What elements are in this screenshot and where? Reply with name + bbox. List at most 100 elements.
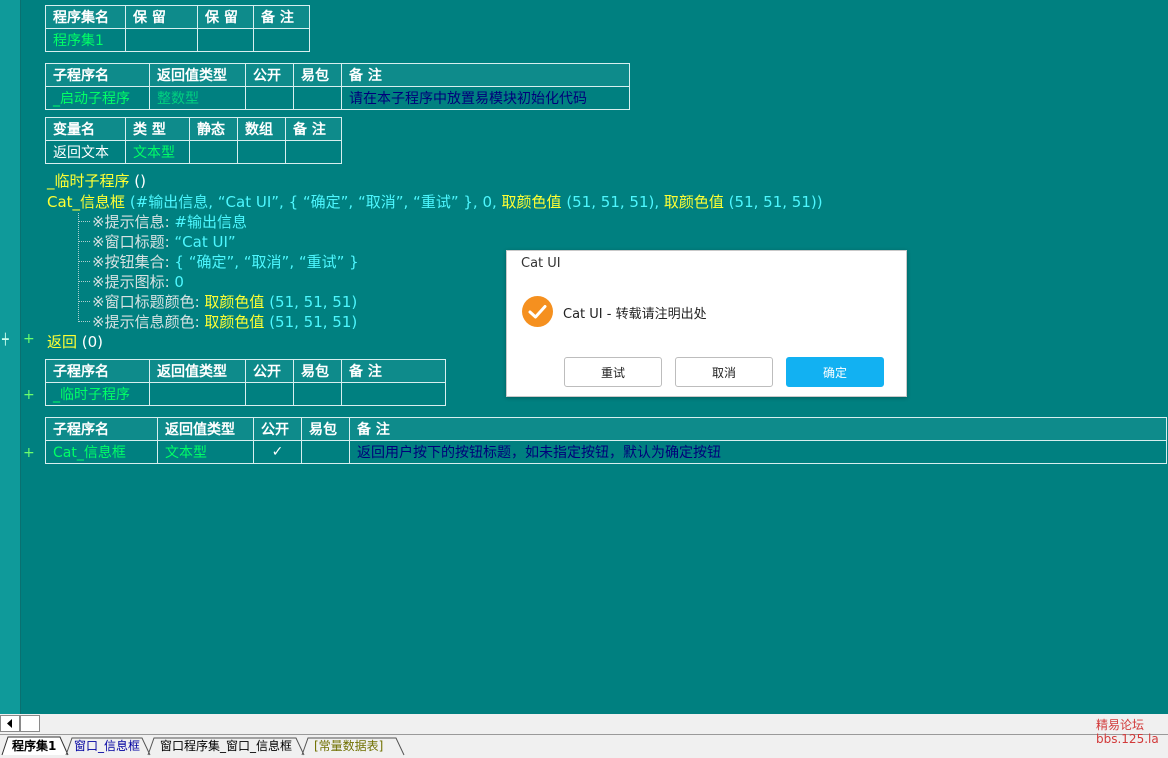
ok-button[interactable]: 确定 <box>786 357 884 387</box>
table-cell[interactable] <box>245 382 294 406</box>
param-label: ※窗口标题: <box>92 233 175 251</box>
expand-plus-icon[interactable]: + <box>23 445 35 461</box>
tab-constants[interactable]: [常量数据表] <box>314 737 383 755</box>
public-check-icon[interactable]: ✓ <box>253 440 302 464</box>
table-cell[interactable] <box>293 86 342 110</box>
code-line-return[interactable]: 返回 (0) <box>47 331 103 352</box>
tree-tick <box>78 261 90 262</box>
param-label: ※提示信息: <box>92 213 175 231</box>
param-value: (51, 51, 51) <box>264 313 358 331</box>
remark-cell[interactable]: 请在本子程序中放置易模块初始化代码 <box>341 86 630 110</box>
table-header: 备 注 <box>285 117 342 141</box>
watermark-title: 精易论坛 <box>1096 718 1145 732</box>
dialog-message: Cat UI - 转载请注明出处 <box>563 307 707 322</box>
table-cell[interactable] <box>125 28 198 52</box>
tab-window-assembly[interactable]: 窗口程序集_窗口_信息框 <box>160 737 292 755</box>
assembly-name-cell[interactable]: 程序集1 <box>45 28 126 52</box>
table-header: 保 留 <box>125 5 198 29</box>
table-cell[interactable] <box>245 86 294 110</box>
sub-name-cell[interactable]: _启动子程序 <box>45 86 150 110</box>
tree-tick <box>78 281 90 282</box>
table-header: 子程序名 <box>45 63 150 87</box>
table-header: 程序集名 <box>45 5 126 29</box>
table-header: 返回值类型 <box>157 417 254 441</box>
table-cell[interactable] <box>285 140 342 164</box>
param-value: (51, 51, 51) <box>264 293 358 311</box>
table-header: 子程序名 <box>45 359 150 383</box>
code-line-call-temp[interactable]: _临时子程序 () <box>47 170 146 191</box>
remark-cell[interactable]: 返回用户按下的按钮标题，如未指定按钮，默认为确定按钮 <box>349 440 1167 464</box>
tab-window-msgbox[interactable]: 窗口_信息框 <box>74 737 140 755</box>
return-value: (0) <box>77 333 104 351</box>
param-label: ※提示图标: <box>92 273 175 291</box>
color-fn: 取颜色值 <box>663 193 724 211</box>
param-value: “Cat UI” <box>174 233 236 251</box>
param-line[interactable]: ※窗口标题颜色: 取颜色值 (51, 51, 51) <box>92 291 357 312</box>
param-line[interactable]: ※窗口标题: “Cat UI” <box>92 231 236 252</box>
sub-call: _临时子程序 <box>47 172 130 190</box>
table-cell[interactable] <box>293 382 342 406</box>
table-header: 易包 <box>301 417 350 441</box>
expand-plus-icon[interactable]: + <box>23 387 35 403</box>
param-line[interactable]: ※提示信息颜色: 取颜色值 (51, 51, 51) <box>92 311 357 332</box>
table-cell[interactable] <box>197 28 254 52</box>
table-cell[interactable] <box>253 28 310 52</box>
table-header: 变量名 <box>45 117 126 141</box>
param-label: ※窗口标题颜色: <box>92 293 205 311</box>
assembly-table: 程序集名 保 留 保 留 备 注 程序集1 <box>45 5 310 52</box>
color-fn: 取颜色值 <box>204 313 265 331</box>
param-line[interactable]: ※提示图标: 0 <box>92 271 184 292</box>
table-cell[interactable] <box>189 140 238 164</box>
args-part-b: (51, 51, 51), <box>561 193 664 211</box>
table-header: 易包 <box>293 63 342 87</box>
table-header: 备 注 <box>349 417 1167 441</box>
flow-connector-icon: ┿ <box>2 333 9 346</box>
editor-gutter <box>0 0 21 714</box>
param-line[interactable]: ※提示信息: #输出信息 <box>92 211 247 232</box>
table-header: 备 注 <box>341 63 630 87</box>
horizontal-scrollbar[interactable] <box>0 714 1168 734</box>
table-header: 返回值类型 <box>149 359 246 383</box>
retry-button[interactable]: 重试 <box>564 357 662 387</box>
param-value: { “确定”, “取消”, “重试” } <box>174 253 359 271</box>
forum-watermark: 精易论坛 bbs.125.la <box>1096 718 1159 746</box>
scroll-left-icon[interactable] <box>0 715 20 732</box>
tree-tick <box>78 241 90 242</box>
table-cell[interactable] <box>237 140 286 164</box>
param-label: ※按钮集合: <box>92 253 175 271</box>
table-cell[interactable] <box>341 382 446 406</box>
expand-plus-icon[interactable]: + <box>23 331 35 347</box>
cancel-button[interactable]: 取消 <box>675 357 773 387</box>
tree-tick <box>78 321 90 322</box>
table-header: 类 型 <box>125 117 190 141</box>
cat-ui-dialog: Cat UI Cat UI - 转载请注明出处 重试 取消 确定 <box>506 250 907 397</box>
var-type-cell[interactable]: 文本型 <box>125 140 190 164</box>
param-value: #输出信息 <box>174 213 247 231</box>
return-type-cell[interactable]: 文本型 <box>157 440 254 464</box>
param-value: 0 <box>174 273 184 291</box>
scroll-right-icon[interactable] <box>20 715 40 732</box>
table-cell[interactable] <box>149 382 246 406</box>
startup-sub-table: 子程序名 返回值类型 公开 易包 备 注 _启动子程序 整数型 请在本子程序中放… <box>45 63 630 110</box>
module-tab-bar: 程序集1 窗口_信息框 窗口程序集_窗口_信息框 [常量数据表] <box>0 734 1168 758</box>
var-name-cell[interactable]: 返回文本 <box>45 140 126 164</box>
table-header: 子程序名 <box>45 417 158 441</box>
return-type-cell[interactable]: 整数型 <box>149 86 246 110</box>
table-header: 返回值类型 <box>149 63 246 87</box>
sub-name-cell[interactable]: Cat_信息框 <box>45 440 158 464</box>
tab-assembly[interactable]: 程序集1 <box>12 737 56 755</box>
table-header: 保 留 <box>197 5 254 29</box>
tree-tick <box>78 221 90 222</box>
code-line-cat-msgbox[interactable]: Cat_信息框 (#输出信息, “Cat UI”, { “确定”, “取消”, … <box>47 191 823 212</box>
call-parens: () <box>129 172 146 190</box>
param-line[interactable]: ※按钮集合: { “确定”, “取消”, “重试” } <box>92 251 359 272</box>
fn-name: Cat_信息框 <box>47 193 126 211</box>
table-cell[interactable] <box>301 440 350 464</box>
return-keyword: 返回 <box>47 333 78 351</box>
args-part-a: (#输出信息, “Cat UI”, { “确定”, “取消”, “重试” }, … <box>125 193 502 211</box>
table-header: 公开 <box>253 417 302 441</box>
table-header: 易包 <box>293 359 342 383</box>
catbox-sub-table: 子程序名 返回值类型 公开 易包 备 注 Cat_信息框 文本型 ✓ 返回用户按… <box>45 417 1167 464</box>
sub-name-cell[interactable]: _临时子程序 <box>45 382 150 406</box>
check-circle-icon <box>522 296 553 327</box>
